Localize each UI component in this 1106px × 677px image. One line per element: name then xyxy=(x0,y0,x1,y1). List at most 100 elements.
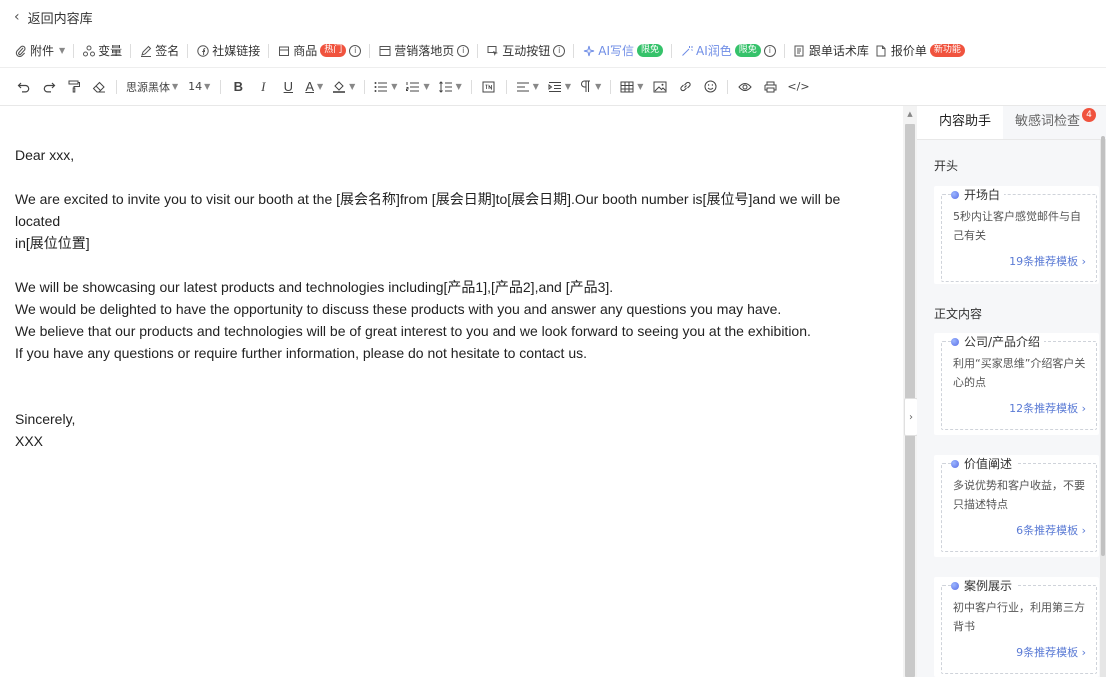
template-card[interactable]: 多说优势和客户收益，不要只描述特点 6条推荐模板 › 价值阐述 xyxy=(934,455,1099,557)
paragraph-button[interactable]: ▼ xyxy=(580,77,601,97)
link-icon xyxy=(680,81,691,92)
body-line: XXX xyxy=(15,433,44,449)
body-line xyxy=(15,364,888,386)
divider xyxy=(470,79,472,94)
link-label: 19条推荐模板 xyxy=(1009,255,1079,268)
card-description: 5秒内让客户感觉邮件与自己有关 xyxy=(953,210,1081,242)
caret-down-icon: ▼ xyxy=(455,82,462,91)
redo-icon xyxy=(43,82,56,92)
clear-format-button[interactable] xyxy=(91,77,107,97)
font-family-select[interactable]: 思源黑体 ▼ xyxy=(126,79,178,95)
bullet-list-button[interactable]: ▼ xyxy=(374,77,397,97)
recommended-templates-link[interactable]: 12条推荐模板 › xyxy=(953,400,1086,416)
link-button[interactable] xyxy=(677,77,693,97)
underline-button[interactable]: U xyxy=(280,77,296,97)
info-icon[interactable]: i xyxy=(763,44,776,57)
divider xyxy=(783,43,785,58)
caret-down-icon: ▼ xyxy=(349,82,356,91)
body-line: Sincerely, xyxy=(15,411,76,427)
align-button[interactable]: ▼ xyxy=(516,77,539,97)
divider xyxy=(369,43,371,58)
follow-up-label: 跟单话术库 xyxy=(808,44,869,58)
interactive-button-button[interactable]: 互动按钮 i xyxy=(486,42,566,59)
info-icon[interactable]: i xyxy=(553,44,566,57)
line-height-button[interactable]: ▼ xyxy=(438,77,462,97)
body-line: We will be showcasing our latest product… xyxy=(15,279,614,295)
card-title: 案例展示 xyxy=(951,577,1017,594)
card-title: 价值阐述 xyxy=(951,455,1017,472)
facebook-icon xyxy=(196,44,209,57)
bullet-dot-icon xyxy=(951,337,959,346)
quote-button[interactable]: 报价单 新功能 xyxy=(875,42,965,59)
new-feature-badge: 新功能 xyxy=(929,44,965,57)
table-button[interactable]: ▼ xyxy=(620,77,643,97)
ai-polish-button[interactable]: AI润色 限免 i xyxy=(680,42,776,59)
signature-button[interactable]: 签名 xyxy=(139,42,179,59)
info-icon[interactable]: i xyxy=(349,44,362,57)
image-button[interactable] xyxy=(652,77,668,97)
redo-button[interactable] xyxy=(41,77,57,97)
free-badge: 限免 xyxy=(637,44,664,57)
bullet-dot-icon xyxy=(951,190,959,199)
tab-content-assistant[interactable]: 内容助手 xyxy=(917,106,1004,139)
italic-button[interactable]: I xyxy=(255,77,271,97)
product-button[interactable]: 商品 热门 i xyxy=(277,42,362,59)
numbered-list-button[interactable]: ▼ xyxy=(406,77,430,97)
field-box-icon xyxy=(482,81,495,92)
source-code-button[interactable]: </> xyxy=(787,77,809,97)
font-size-value: 14 xyxy=(188,80,203,93)
undo-button[interactable] xyxy=(16,77,32,97)
panel-scrollbar-thumb[interactable] xyxy=(1101,136,1105,556)
indent-button[interactable]: ▼ xyxy=(548,77,571,97)
divider xyxy=(116,79,117,94)
variable-button[interactable]: 变量 xyxy=(82,42,122,59)
card-title: 公司/产品介绍 xyxy=(951,333,1045,350)
collapse-panel-button[interactable]: › xyxy=(904,398,918,436)
body-line xyxy=(15,386,888,408)
print-button[interactable] xyxy=(762,77,778,97)
preview-button[interactable] xyxy=(737,77,753,97)
script-book-icon xyxy=(793,44,806,57)
top-bar: ‹ 返回内容库 xyxy=(0,0,1106,34)
variable-icon xyxy=(82,44,95,57)
template-card[interactable]: 5秒内让客户感觉邮件与自己有关 19条推荐模板 › 开场白 xyxy=(934,186,1099,284)
recommended-templates-link[interactable]: 19条推荐模板 › xyxy=(953,253,1086,269)
template-card[interactable]: 利用“买家思维”介绍客户关心的点 12条推荐模板 › 公司/产品介绍 xyxy=(934,333,1099,435)
landing-page-icon xyxy=(378,44,391,57)
font-size-select[interactable]: 14 ▼ xyxy=(188,80,210,93)
landing-page-label: 营销落地页 xyxy=(394,44,455,58)
template-card[interactable]: 初中客户行业，利用第三方背书 9条推荐模板 › 案例展示 xyxy=(934,577,1099,677)
body-line: in[展位位置] xyxy=(15,235,90,251)
divider xyxy=(130,43,132,58)
highlight-color-button[interactable]: ▼ xyxy=(332,77,355,97)
divider xyxy=(573,43,575,58)
product-label: 商品 xyxy=(293,44,318,58)
insert-field-button[interactable] xyxy=(481,77,497,97)
attachment-label: 附件 xyxy=(30,44,55,58)
bullet-dot-icon xyxy=(951,581,959,590)
back-to-library-button[interactable]: ‹ 返回内容库 xyxy=(14,8,93,27)
social-link-button[interactable]: 社媒链接 xyxy=(196,42,260,59)
paragraph-icon xyxy=(581,80,591,92)
recommended-templates-link[interactable]: 6条推荐模板 › xyxy=(953,522,1086,538)
printer-icon xyxy=(764,81,777,92)
follow-up-scripts-button[interactable]: 跟单话术库 xyxy=(793,42,869,59)
attachment-button[interactable]: 附件 ▼ xyxy=(14,42,65,59)
divider xyxy=(610,79,612,94)
chevron-left-icon: ‹ xyxy=(14,9,20,25)
divider xyxy=(73,43,75,58)
landing-page-button[interactable]: 营销落地页 i xyxy=(378,42,470,59)
back-label: 返回内容库 xyxy=(27,11,93,27)
recommended-templates-link[interactable]: 9条推荐模板 › xyxy=(953,644,1086,660)
card-title-text: 公司/产品介绍 xyxy=(964,335,1041,349)
scroll-up-icon[interactable]: ▲ xyxy=(905,108,915,120)
emoji-button[interactable] xyxy=(702,77,718,97)
bold-button[interactable]: B xyxy=(230,77,246,97)
ai-write-button[interactable]: AI写信 限免 xyxy=(582,42,664,59)
tab-sensitive-words[interactable]: 敏感词检查 4 xyxy=(1003,106,1097,139)
format-painter-button[interactable] xyxy=(66,77,82,97)
text-color-button[interactable]: A ▼ xyxy=(305,77,323,97)
info-icon[interactable]: i xyxy=(457,44,470,57)
table-icon xyxy=(620,81,634,92)
email-body-editor[interactable]: Dear xxx, We are excited to invite you to… xyxy=(0,106,903,677)
